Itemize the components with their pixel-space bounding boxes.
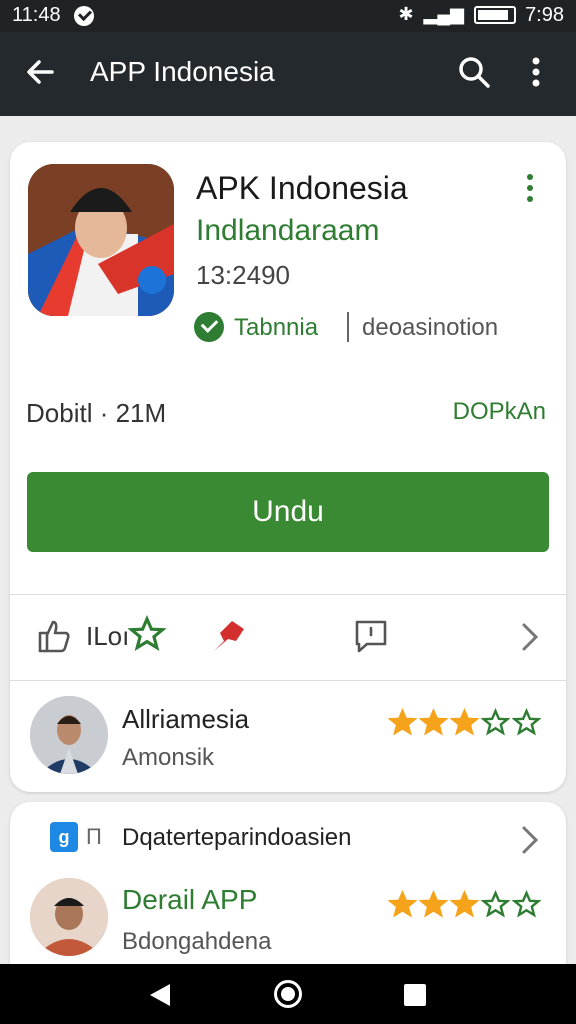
battery-icon [474,5,516,24]
avatar [30,696,108,774]
star-rating [388,890,541,919]
chevron-right-icon[interactable] [518,619,542,655]
nav-back-icon[interactable] [148,982,172,1008]
search-icon[interactable] [456,54,492,90]
page-title: APP Indonesia [90,56,275,87]
status-bar: 11:48 ✱ ▂▄▆ 7:98 [0,0,576,32]
system-icons: ✱ ▂▄▆ [398,4,516,25]
badge-sub-glyph: Π [86,824,102,849]
star-filled-icon [450,708,479,736]
reviewer-subtitle: Amonsik [122,744,215,771]
verified-check-icon [194,312,224,342]
verified-label: Tabnnia [234,314,319,341]
app-code: 13:2490 [196,260,290,290]
card-more-icon[interactable] [522,174,538,204]
app-name: APK Indonesia [196,170,408,206]
developer-name[interactable]: Indlandaraam [196,214,379,248]
share-icon[interactable] [34,617,72,655]
star-outline-icon [481,708,510,736]
back-arrow-icon[interactable] [22,54,58,90]
divider [347,312,349,342]
install-button[interactable]: Undu [27,472,549,552]
reviewer-name: Allriamesia [122,704,250,734]
star-filled-icon [419,890,448,918]
nav-bar [0,964,576,1024]
star-filled-icon [450,890,479,918]
status-time: 11:48 [12,4,61,26]
star-outline-icon [512,890,541,918]
pin-icon[interactable] [208,615,250,657]
status-clock: 7:98 [525,4,564,26]
nav-home-icon[interactable] [274,980,302,1008]
star-rating [388,708,541,737]
action-label: ILoı [86,621,130,651]
check-circle-icon [74,6,94,26]
download-count: Dobitl · 21M [26,398,167,428]
chat-icon[interactable] [352,617,390,655]
side-link[interactable]: DOPkAn [453,398,546,426]
signal-icon: ▂▄▆ [423,4,464,24]
section-title[interactable]: Dqaterteparindoasien [122,824,352,852]
star-filled-icon [419,708,448,736]
app-badge-icon: g [50,822,78,852]
verified-description: deoasinotion [362,314,499,341]
more-vert-icon[interactable] [524,54,548,90]
related-card: g Π Dqaterteparindoasien Derail APP Bdon… [10,802,566,982]
star-outline-icon [481,890,510,918]
star-filled-icon [388,890,417,918]
bluetooth-icon: ✱ [398,4,414,24]
action-row: ILoı [10,595,566,680]
app-bar: APP Indonesia [0,32,576,116]
related-app-subtitle: Bdongahdena [122,928,272,955]
star-outline-icon [512,708,541,736]
chevron-right-icon[interactable] [518,822,542,858]
avatar [30,878,108,956]
nav-recents-icon[interactable] [404,984,426,1006]
review-item[interactable]: Allriamesia Amonsik [10,682,566,790]
app-detail-card: APK Indonesia Indlandaraam 13:2490 Tabnn… [10,142,566,792]
app-icon[interactable] [28,164,174,316]
star-outline-icon[interactable] [128,615,166,653]
related-app-name[interactable]: Derail APP [122,884,257,916]
star-filled-icon [388,708,417,736]
divider [10,680,566,681]
